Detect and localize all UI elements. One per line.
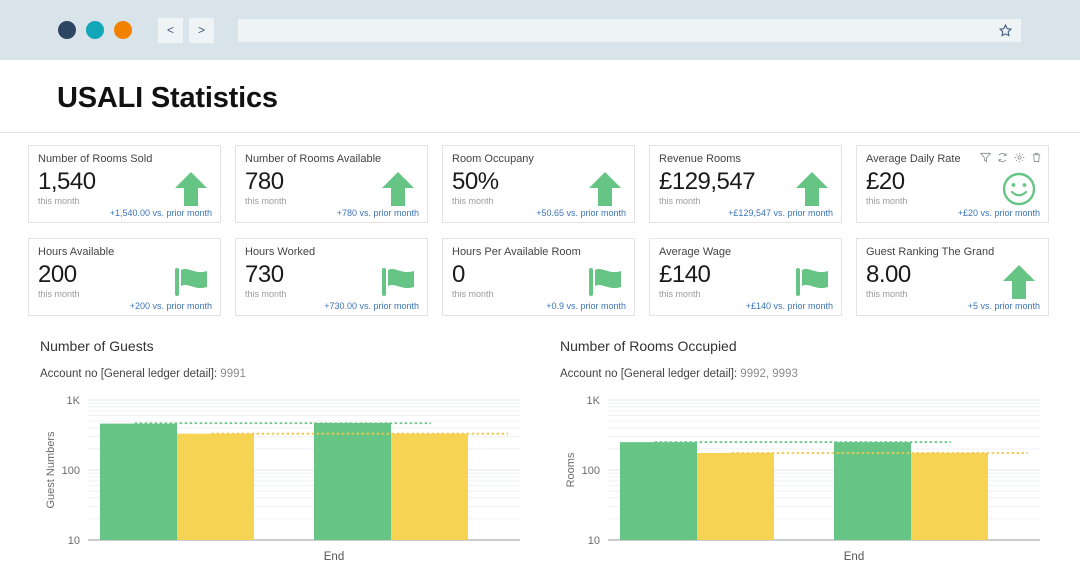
kpi-title: Hours Available (38, 246, 115, 258)
navigation-buttons: < > (158, 17, 214, 43)
kpi-title: Room Occupany (452, 153, 534, 165)
kpi-card[interactable]: Room Occupany 50% this month +50.65 vs. pri… (442, 145, 635, 223)
kpi-title: Revenue Rooms (659, 153, 741, 165)
chart-block-rooms: Number of Rooms Occupied Account no [Gen… (520, 338, 1040, 572)
flag-icon (796, 268, 828, 296)
address-bar[interactable] (238, 18, 1021, 42)
chart-subtitle-label: Account no [General ledger detail]: (40, 368, 218, 380)
kpi-indicator (793, 170, 831, 208)
bar[interactable] (391, 433, 468, 540)
kpi-card[interactable]: Hours Available 200 this month +200 vs. pri… (28, 238, 221, 316)
kpi-card[interactable]: Average Daily Rate £20 this month +£20 vs. … (856, 145, 1049, 223)
y-axis-tick-label: 10 (588, 535, 600, 547)
page-body: USALI Statistics Number of Rooms Sold 1,5… (0, 60, 1080, 572)
kpi-card[interactable]: Hours Per Available Room 0 this month +0.9 … (442, 238, 635, 316)
bar[interactable] (911, 452, 988, 540)
kpi-indicator (586, 170, 624, 208)
kpi-card[interactable]: Number of Rooms Sold 1,540 this month +1,54… (28, 145, 221, 223)
arrow-up-icon (1003, 265, 1035, 299)
charts-row: Number of Guests Account no [General led… (0, 316, 1080, 572)
back-button[interactable]: < (158, 17, 183, 43)
bar-chart-rooms[interactable]: 10 100 1K End Rooms (560, 392, 1060, 572)
kpi-title: Hours Worked (245, 246, 316, 258)
chart-subtitle-label: Account no [General ledger detail]: (560, 368, 738, 380)
kpi-indicator (1000, 170, 1038, 208)
kpi-delta: +200 vs. prior month (129, 301, 212, 311)
kpi-card[interactable]: Hours Worked 730 this month +730.00 vs. pri… (235, 238, 428, 316)
kpi-indicator (172, 170, 210, 208)
chart-subtitle: Account no [General ledger detail]: 9991 (40, 368, 520, 380)
kpi-title: Average Wage (659, 246, 732, 258)
chart-subtitle-value: 9992, 9993 (740, 368, 798, 380)
bar[interactable] (314, 422, 391, 540)
window-dot-orange-icon[interactable] (114, 21, 132, 39)
x-axis-label: End (844, 551, 864, 563)
bar-chart-guests[interactable]: 10 100 1K End Guest Numbers (40, 392, 540, 572)
kpi-title: Number of Rooms Available (245, 153, 382, 165)
kpi-delta: +£20 vs. prior month (957, 208, 1040, 218)
arrow-up-icon (796, 172, 828, 206)
bar[interactable] (834, 442, 911, 540)
bookmark-star-icon[interactable] (999, 23, 1012, 37)
kpi-delta: +£140 vs. prior month (745, 301, 833, 311)
kpi-card[interactable]: Revenue Rooms £129,547 this month +£129,547… (649, 145, 842, 223)
arrow-up-icon (589, 172, 621, 206)
x-axis-label: End (324, 551, 344, 563)
bar[interactable] (100, 423, 177, 540)
kpi-delta: +780 vs. prior month (336, 208, 419, 218)
kpi-title: Hours Per Available Room (452, 246, 581, 258)
y-axis-tick-label: 100 (62, 465, 80, 477)
refresh-icon[interactable] (997, 152, 1008, 163)
smiley-face-icon (1002, 172, 1036, 206)
chart-subtitle: Account no [General ledger detail]: 9992… (560, 368, 1040, 380)
kpi-indicator (379, 170, 417, 208)
chart-title: Number of Rooms Occupied (560, 338, 737, 354)
card-toolbar[interactable] (980, 152, 1042, 163)
window-dots (58, 21, 132, 39)
gear-icon[interactable] (1014, 152, 1025, 163)
y-axis-tick-label: 1K (587, 395, 601, 407)
window-dot-teal-icon[interactable] (86, 21, 104, 39)
kpi-indicator (586, 263, 624, 301)
kpi-title: Guest Ranking The Grand (866, 246, 995, 258)
y-axis-label: Rooms (565, 452, 577, 487)
kpi-delta: +1,540.00 vs. prior month (109, 208, 212, 218)
trash-icon[interactable] (1031, 152, 1042, 163)
kpi-indicator (172, 263, 210, 301)
bar[interactable] (697, 452, 774, 540)
flag-icon (589, 268, 621, 296)
y-axis-tick-label: 1K (67, 395, 81, 407)
kpi-delta: +50.65 vs. prior month (536, 208, 626, 218)
chart-subtitle-value: 9991 (220, 368, 246, 380)
kpi-delta: +0.9 vs. prior month (546, 301, 626, 311)
kpi-delta: +£129,547 vs. prior month (728, 208, 833, 218)
kpi-card[interactable]: Average Wage £140 this month +£140 vs. prio… (649, 238, 842, 316)
bar[interactable] (620, 442, 697, 540)
kpi-delta: +5 vs. prior month (967, 301, 1040, 311)
flag-icon (382, 268, 414, 296)
filter-icon[interactable] (980, 152, 991, 163)
kpi-card-grid: Number of Rooms Sold 1,540 this month +1,54… (0, 133, 1080, 316)
arrow-up-icon (175, 172, 207, 206)
kpi-card[interactable]: Guest Ranking The Grand 8.00 this month +5 … (856, 238, 1049, 316)
kpi-indicator (1000, 263, 1038, 301)
arrow-up-icon (382, 172, 414, 206)
chart-title: Number of Guests (40, 338, 154, 354)
kpi-indicator (793, 263, 831, 301)
bar[interactable] (177, 433, 254, 540)
window-dot-navy-icon[interactable] (58, 21, 76, 39)
kpi-card[interactable]: Number of Rooms Available 780 this month +7… (235, 145, 428, 223)
y-axis-tick-label: 10 (68, 535, 80, 547)
page-title: USALI Statistics (57, 82, 278, 114)
y-axis-tick-label: 100 (582, 465, 600, 477)
flag-icon (175, 268, 207, 296)
address-input[interactable] (238, 18, 999, 42)
y-axis-label: Guest Numbers (45, 431, 57, 509)
kpi-delta: +730.00 vs. prior month (324, 301, 419, 311)
browser-toolbar: < > (0, 0, 1080, 60)
kpi-indicator (379, 263, 417, 301)
forward-button[interactable]: > (189, 17, 214, 43)
chart-block-guests: Number of Guests Account no [General led… (0, 338, 520, 572)
kpi-title: Number of Rooms Sold (38, 153, 153, 165)
